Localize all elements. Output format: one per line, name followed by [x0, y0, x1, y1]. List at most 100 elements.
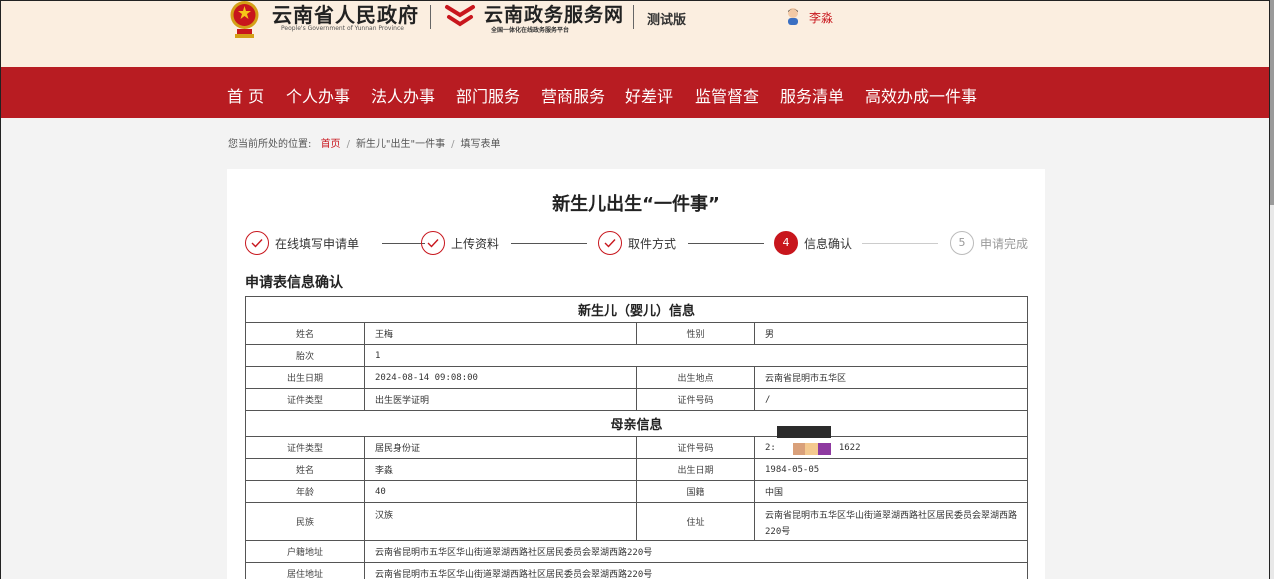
step-connector	[382, 243, 425, 244]
baby-cert-no-value: /	[753, 388, 1029, 411]
nav-supervision[interactable]: 监管督查	[695, 83, 759, 107]
baby-cert-type-value: 出生医学证明	[364, 388, 637, 411]
table-row: 民族 汉族 住址 云南省昆明市五华区华山街道翠湖西路社区居民委员会翠湖西路220…	[245, 502, 1029, 541]
field-label: 姓名	[245, 458, 365, 481]
baby-gender-value: 男	[753, 322, 1029, 345]
nav-department-services[interactable]: 部门服务	[456, 83, 520, 107]
cert-no-prefix: 2:	[765, 442, 776, 453]
step-label: 申请完成	[980, 237, 1029, 251]
field-label: 姓名	[245, 322, 365, 345]
breadcrumb-item[interactable]: 新生儿"出生"一件事	[356, 139, 445, 150]
national-emblem-icon	[230, 1, 259, 38]
gov-subtitle: People's Government of Yunnan Province	[281, 25, 404, 32]
field-label: 国籍	[636, 480, 755, 503]
breadcrumb-current: 填写表单	[460, 139, 501, 150]
gov-title[interactable]: 云南省人民政府	[272, 1, 419, 28]
user-avatar-icon[interactable]	[785, 7, 801, 25]
application-info-table: 新生儿（婴儿）信息 姓名 王梅 性别 男 胎次 1 出生日期 2024-08-1…	[244, 296, 1029, 579]
nav-rating[interactable]: 好差评	[625, 83, 673, 107]
service-subtitle: 全国一体化在线政务服务平台	[491, 27, 570, 34]
table-row: 姓名 王梅 性别 男	[245, 322, 1029, 345]
header-divider	[633, 5, 634, 29]
step-connector	[511, 243, 587, 244]
nav-corporate-affairs[interactable]: 法人办事	[371, 83, 435, 107]
field-label: 证件类型	[245, 388, 365, 411]
field-label: 出生地点	[636, 366, 755, 389]
cert-no-suffix: 1622	[838, 442, 861, 453]
step-label: 在线填写申请单	[275, 237, 360, 251]
field-label: 居住地址	[245, 562, 365, 579]
baby-info-header: 新生儿（婴儿）信息	[244, 296, 1029, 323]
main-nav: 首 页 个人办事 法人办事 部门服务 营商服务 好差评 监管督查 服务清单 高效…	[1, 67, 1269, 118]
mother-ethnicity-value: 汉族	[364, 502, 637, 541]
mother-nationality-value: 中国	[753, 480, 1029, 503]
table-row: 出生日期 2024-08-14 09:08:00 出生地点 云南省昆明市五华区	[245, 366, 1029, 389]
mother-address-value: 云南省昆明市五华区华山街道翠湖西路社区居民委员会翠湖西路220号	[753, 502, 1029, 541]
page-title: 新生儿出生“一件事”	[552, 194, 720, 215]
mother-cert-no-value: 2: 1622	[753, 426, 1029, 459]
service-title[interactable]: 云南政务服务网	[484, 1, 624, 27]
mother-birth-date-value: 1984-05-05	[753, 458, 1029, 481]
table-section-header: 母亲信息	[244, 410, 1029, 437]
field-label: 证件号码	[636, 436, 755, 459]
redaction-mask	[805, 443, 818, 455]
check-icon	[245, 231, 269, 255]
baby-birth-order-value: 1	[363, 344, 1029, 367]
breadcrumb-separator: /	[451, 139, 455, 150]
step-connector	[862, 243, 938, 244]
mother-cert-type-value: 居民身份证	[364, 436, 637, 459]
table-row: 姓名 李淼 出生日期 1984-05-05	[245, 458, 1029, 481]
mother-name-value: 李淼	[364, 458, 637, 481]
field-label: 胎次	[245, 344, 365, 367]
test-version-label: 测试版	[647, 13, 687, 28]
step-label: 取件方式	[628, 237, 677, 251]
baby-birth-place-value: 云南省昆明市五华区	[753, 366, 1029, 389]
form-card: 新生儿出生“一件事” 在线填写申请单 上传资料 取件方式 4 信息确认 5 申请…	[227, 169, 1045, 579]
table-row: 证件类型 居民身份证 证件号码 2: 1622	[245, 426, 1029, 459]
nav-service-list[interactable]: 服务清单	[780, 83, 844, 107]
nav-home[interactable]: 首 页	[227, 83, 264, 107]
table-section-header: 新生儿（婴儿）信息	[244, 296, 1029, 323]
table-row: 户籍地址 云南省昆明市五华区华山街道翠湖西路社区居民委员会翠湖西路220号	[245, 540, 1029, 563]
field-label: 证件类型	[245, 436, 365, 459]
scrollbar-thumb[interactable]	[1270, 0, 1274, 205]
vertical-scrollbar[interactable]	[1270, 0, 1274, 579]
field-label: 年龄	[245, 480, 365, 503]
header-divider	[430, 5, 431, 29]
breadcrumb-home-link[interactable]: 首页	[321, 139, 341, 150]
baby-name-value: 王梅	[364, 322, 637, 345]
step-label: 信息确认	[804, 237, 853, 251]
nav-personal-affairs[interactable]: 个人办事	[286, 83, 350, 107]
breadcrumb-separator: /	[346, 139, 350, 150]
table-row: 居住地址 云南省昆明市五华区华山街道翠湖西路社区居民委员会翠湖西路220号	[245, 562, 1029, 579]
table-row: 胎次 1	[245, 344, 1029, 367]
field-label: 出生日期	[636, 458, 755, 481]
field-label: 出生日期	[245, 366, 365, 389]
field-label: 性别	[636, 322, 755, 345]
section-title: 申请表信息确认	[245, 275, 343, 291]
field-label: 户籍地址	[245, 540, 365, 563]
step-number-badge: 4	[774, 231, 798, 255]
redaction-mask	[818, 443, 831, 455]
breadcrumb: 您当前所处的位置: 首页 / 新生儿"出生"一件事 / 填写表单	[228, 135, 501, 150]
site-header: 云南省人民政府 People's Government of Yunnan Pr…	[1, 1, 1269, 67]
table-row: 年龄 40 国籍 中国	[245, 480, 1029, 503]
check-icon	[421, 231, 445, 255]
step-label: 上传资料	[451, 237, 500, 251]
baby-birth-date-value: 2024-08-14 09:08:00	[364, 366, 637, 389]
step-connector	[688, 243, 764, 244]
field-label: 民族	[245, 502, 365, 541]
table-row: 证件类型 出生医学证明 证件号码 /	[245, 388, 1029, 411]
field-label: 住址	[636, 502, 755, 541]
nav-business-services[interactable]: 营商服务	[541, 83, 605, 107]
field-label: 证件号码	[636, 388, 755, 411]
service-logo-icon	[445, 5, 475, 27]
redaction-mask	[793, 443, 805, 455]
nav-one-thing[interactable]: 高效办成一件事	[865, 83, 977, 107]
user-name[interactable]: 李淼	[809, 9, 833, 26]
redaction-mask	[777, 426, 831, 438]
breadcrumb-prefix: 您当前所处的位置:	[228, 139, 312, 150]
step-number-badge: 5	[950, 231, 974, 255]
mother-info-header: 母亲信息	[244, 410, 1029, 437]
mother-age-value: 40	[364, 480, 637, 503]
